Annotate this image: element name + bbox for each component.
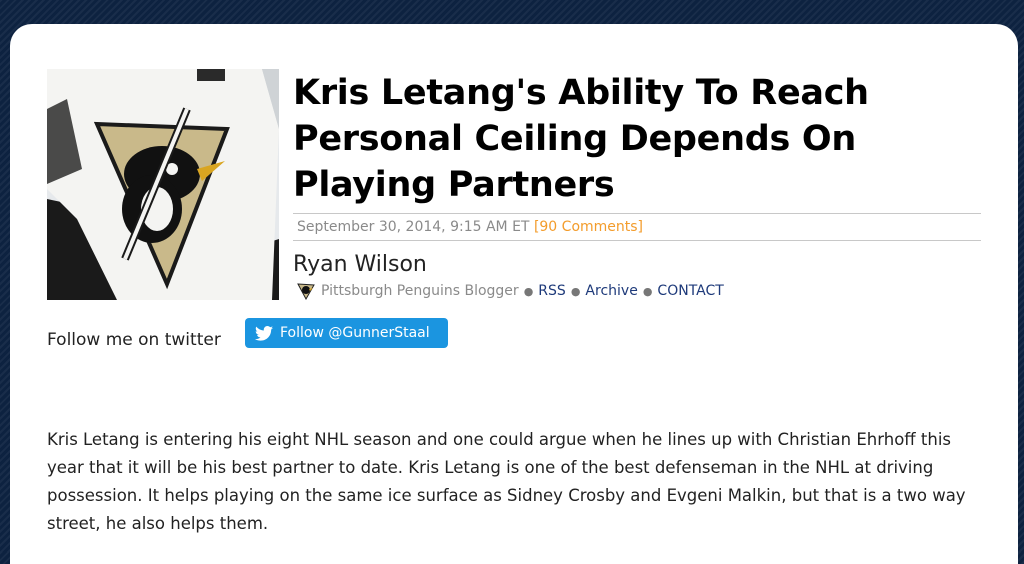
article-date: September 30, 2014, 9:15 AM ET xyxy=(297,219,530,235)
comments-link[interactable]: [90 Comments] xyxy=(534,219,643,235)
divider xyxy=(293,240,981,241)
separator-dot: ● xyxy=(570,284,581,298)
twitter-follow-label: Follow @GunnerStaal xyxy=(280,325,430,341)
contact-link[interactable]: CONTACT xyxy=(657,283,723,299)
article-dateline: September 30, 2014, 9:15 AM ET [90 Comme… xyxy=(297,219,643,235)
author-name[interactable]: Ryan Wilson xyxy=(293,252,427,277)
twitter-bird-icon xyxy=(255,325,273,341)
separator-dot: ● xyxy=(642,284,653,298)
separator-dot: ● xyxy=(523,284,534,298)
article-title: Kris Letang's Ability To Reach Personal … xyxy=(293,73,869,205)
penguins-logo-icon xyxy=(296,282,316,301)
article-paragraph: Kris Letang is entering his eight NHL se… xyxy=(47,430,966,533)
archive-link[interactable]: Archive xyxy=(585,283,637,299)
author-byline: Pittsburgh Penguins Blogger ● RSS ● Arch… xyxy=(296,282,724,301)
follow-text: Follow me on twitter xyxy=(47,330,221,350)
author-role: Pittsburgh Penguins Blogger xyxy=(321,283,519,299)
article-photo[interactable] xyxy=(47,69,279,300)
divider xyxy=(293,213,981,214)
twitter-follow-button[interactable]: Follow @GunnerStaal xyxy=(245,318,448,348)
rss-link[interactable]: RSS xyxy=(538,283,566,299)
